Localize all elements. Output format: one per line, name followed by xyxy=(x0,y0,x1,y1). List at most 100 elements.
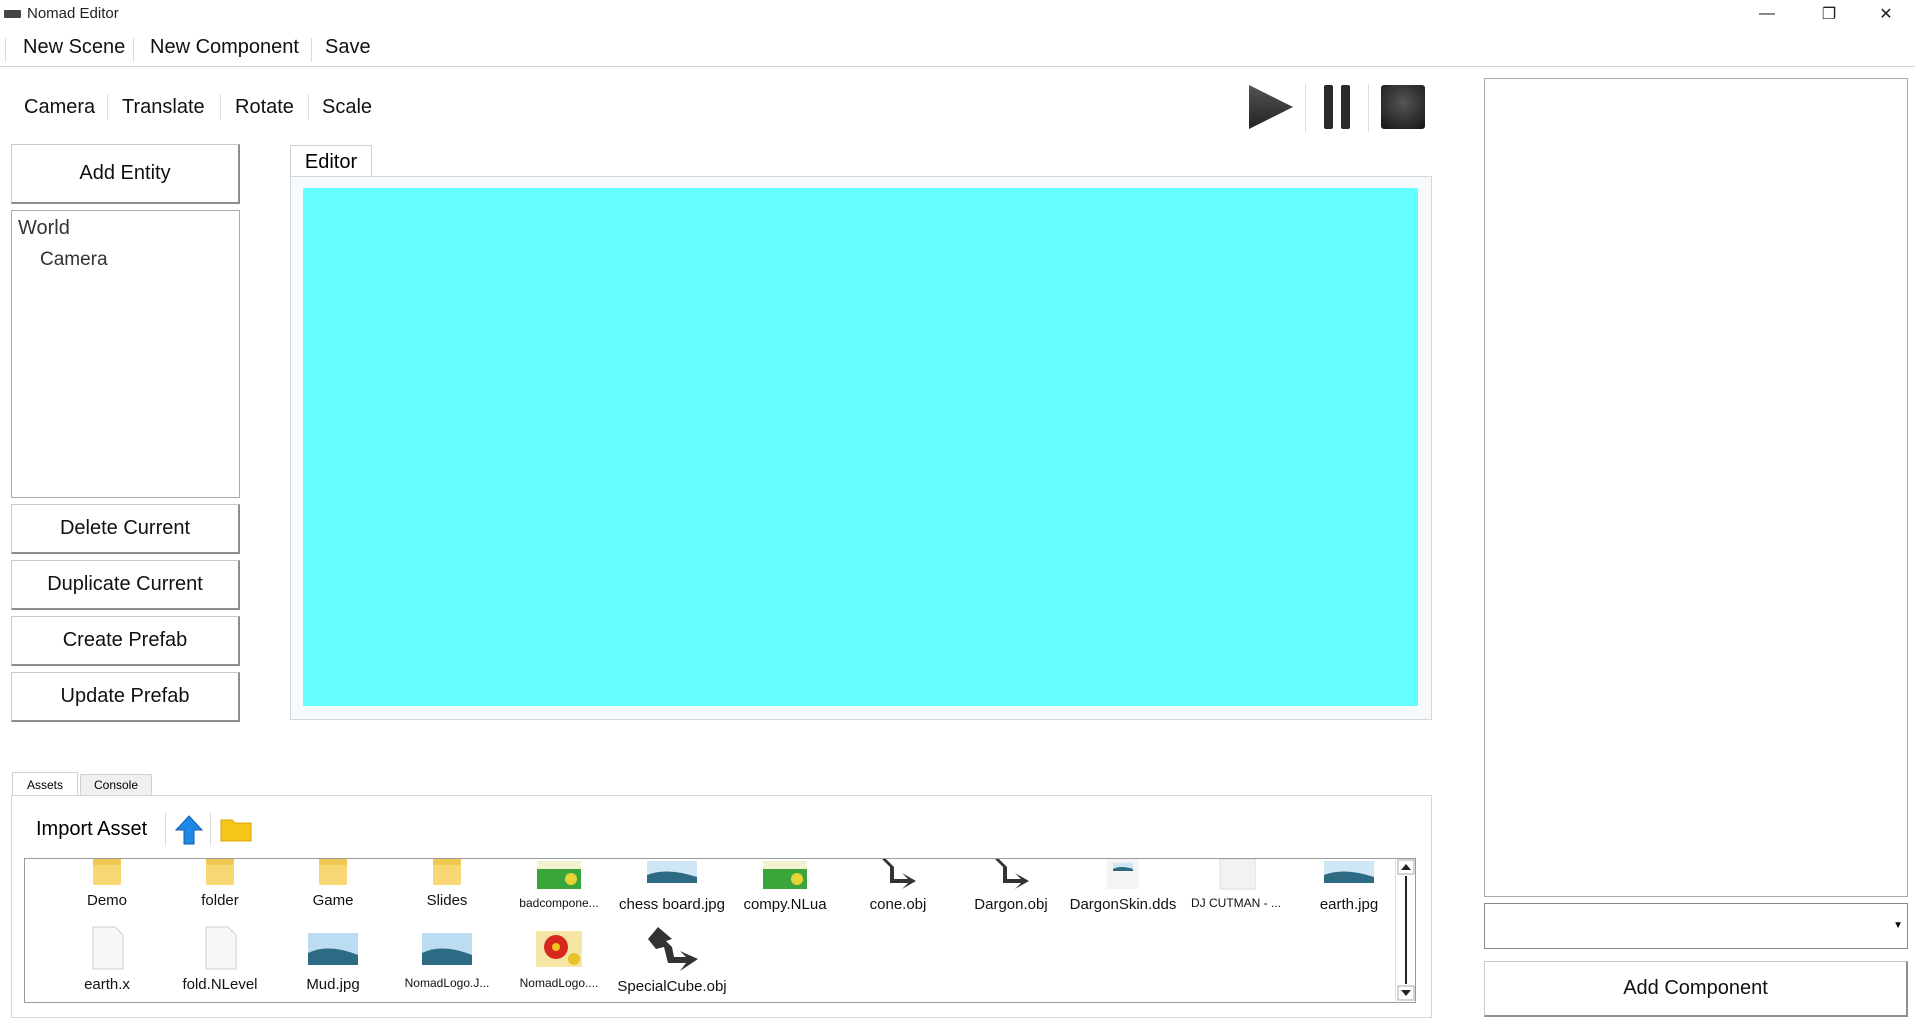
asset-item[interactable]: badcompone... xyxy=(504,859,614,910)
asset-item[interactable]: Mud.jpg xyxy=(278,925,388,993)
asset-item[interactable]: Demo xyxy=(52,859,162,909)
image-icon xyxy=(1107,859,1139,889)
asset-item[interactable]: SpecialCube.obj xyxy=(617,925,727,995)
tool-rotate[interactable]: Rotate xyxy=(235,96,294,119)
flower-image-icon xyxy=(536,931,582,967)
mesh-icon xyxy=(648,927,698,971)
asset-item[interactable]: folder xyxy=(165,859,275,909)
asset-item[interactable]: Slides xyxy=(392,859,502,909)
asset-label: DargonSkin.dds xyxy=(1069,896,1177,913)
menu-save[interactable]: Save xyxy=(325,36,371,59)
tool-separator xyxy=(107,94,108,120)
asset-item[interactable]: compy.NLua xyxy=(730,859,840,913)
tool-separator xyxy=(308,94,309,120)
asset-label: Dargon.obj xyxy=(974,896,1048,913)
asset-item[interactable]: NomadLogo.... xyxy=(504,925,614,990)
mesh-icon xyxy=(995,859,1029,889)
image-icon xyxy=(422,933,472,965)
asset-label: earth.x xyxy=(84,976,130,993)
asset-label: Mud.jpg xyxy=(306,976,360,993)
asset-label: DJ CUTMAN - ... xyxy=(1191,896,1281,910)
duplicate-current-button[interactable]: Duplicate Current xyxy=(11,560,240,610)
tool-separator xyxy=(220,94,221,120)
folder-icon xyxy=(319,859,347,885)
play-icon[interactable] xyxy=(1245,83,1297,131)
asset-item[interactable]: NomadLogo.J... xyxy=(392,925,502,990)
menu-separator xyxy=(5,38,6,62)
navigate-up-icon[interactable] xyxy=(175,815,203,845)
import-asset-button[interactable]: Import Asset xyxy=(36,818,147,841)
chevron-down-icon: ▼ xyxy=(1893,920,1903,931)
folder-icon xyxy=(433,859,461,885)
asset-label: badcompone... xyxy=(519,896,599,910)
tab-editor[interactable]: Editor xyxy=(290,145,372,178)
restore-icon[interactable]: ❐ xyxy=(1800,0,1858,28)
lua-script-icon xyxy=(537,861,581,889)
minimize-icon[interactable]: — xyxy=(1738,0,1796,28)
asset-item[interactable]: chess board.jpg xyxy=(617,859,727,913)
file-icon xyxy=(205,926,237,970)
asset-label: SpecialCube.obj xyxy=(617,978,727,995)
asset-item[interactable]: cone.obj xyxy=(843,859,953,913)
lua-script-icon xyxy=(763,861,807,889)
asset-label: compy.NLua xyxy=(743,896,827,913)
menu-new-component[interactable]: New Component xyxy=(150,36,299,59)
asset-item[interactable]: Game xyxy=(278,859,388,909)
toolbar-divider xyxy=(1368,84,1369,132)
image-icon xyxy=(647,861,697,883)
toolbar-divider xyxy=(1305,84,1306,132)
asset-browser: Demo folder Game Slides badcompone... ch… xyxy=(24,858,1416,1003)
asset-item[interactable]: fold.NLevel xyxy=(165,925,275,993)
asset-label: Demo xyxy=(86,892,127,909)
close-icon[interactable]: ✕ xyxy=(1857,0,1915,28)
menu-new-scene[interactable]: New Scene xyxy=(23,36,125,59)
toolbar-divider xyxy=(165,812,166,846)
tab-assets[interactable]: Assets xyxy=(12,772,78,797)
asset-label: folder xyxy=(201,892,239,909)
asset-item[interactable]: earth.x xyxy=(52,925,162,993)
scene-viewport[interactable] xyxy=(303,188,1418,706)
asset-label: cone.obj xyxy=(869,896,927,913)
toolbar-divider xyxy=(210,812,211,846)
menu-separator xyxy=(311,38,312,62)
app-logo-icon xyxy=(4,10,21,18)
asset-item[interactable]: DargonSkin.dds xyxy=(1068,859,1178,913)
asset-label: NomadLogo.... xyxy=(519,976,599,990)
create-prefab-button[interactable]: Create Prefab xyxy=(11,616,240,666)
add-component-button[interactable]: Add Component xyxy=(1484,961,1908,1017)
asset-item[interactable]: earth.jpg xyxy=(1294,859,1404,913)
inspector-panel xyxy=(1484,78,1908,897)
delete-current-button[interactable]: Delete Current xyxy=(11,504,240,554)
window-title: Nomad Editor xyxy=(27,5,119,22)
tool-translate[interactable]: Translate xyxy=(122,96,205,119)
tree-node-world[interactable]: World xyxy=(18,217,70,240)
component-type-select[interactable]: ▼ xyxy=(1484,903,1908,949)
asset-label: chess board.jpg xyxy=(619,896,725,913)
pause-icon[interactable] xyxy=(1320,84,1354,130)
asset-label: NomadLogo.J... xyxy=(404,976,490,990)
update-prefab-button[interactable]: Update Prefab xyxy=(11,672,240,722)
scene-hierarchy: World Camera xyxy=(11,210,240,498)
asset-item[interactable]: DJ CUTMAN - ... xyxy=(1181,859,1291,910)
tree-node-camera[interactable]: Camera xyxy=(40,249,108,271)
add-entity-button[interactable]: Add Entity xyxy=(11,144,240,204)
scrollbar-arrows-icon xyxy=(1397,859,1415,1001)
asset-label: earth.jpg xyxy=(1319,896,1379,913)
asset-label: fold.NLevel xyxy=(182,976,258,993)
folder-icon xyxy=(93,859,121,885)
asset-scrollbar[interactable] xyxy=(1395,859,1415,1002)
asset-label: Game xyxy=(312,892,354,909)
image-icon xyxy=(1324,861,1374,883)
folder-icon xyxy=(206,859,234,885)
title-bar xyxy=(0,0,1915,28)
file-icon xyxy=(92,926,124,970)
asset-item[interactable]: Dargon.obj xyxy=(956,859,1066,913)
menu-separator xyxy=(133,38,134,62)
stop-icon[interactable] xyxy=(1380,84,1426,130)
file-icon xyxy=(1219,859,1257,890)
asset-label: Slides xyxy=(426,892,468,909)
tool-camera[interactable]: Camera xyxy=(24,96,95,119)
tab-console[interactable]: Console xyxy=(80,774,152,795)
open-folder-icon[interactable] xyxy=(219,815,253,843)
tool-scale[interactable]: Scale xyxy=(322,96,372,119)
